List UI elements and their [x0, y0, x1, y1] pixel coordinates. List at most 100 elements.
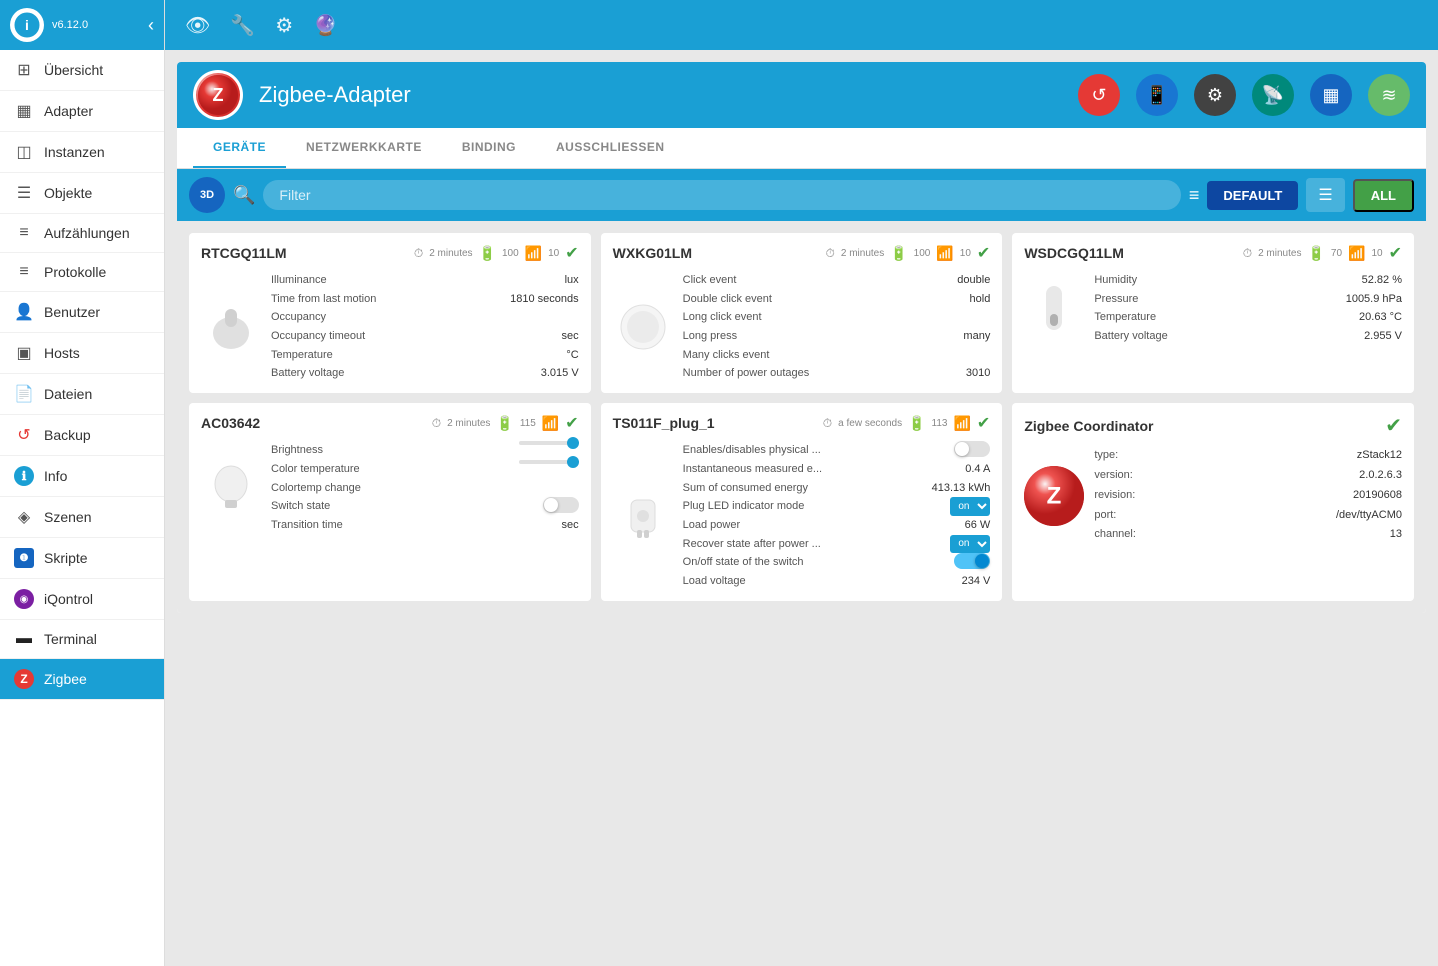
prop-name: Time from last motion: [271, 290, 376, 309]
sidebar-item-zigbee[interactable]: ZZigbee: [0, 659, 164, 700]
wifi-icon: 📶: [1348, 245, 1365, 262]
toggle-switch[interactable]: [954, 553, 990, 569]
signal-value: 10: [548, 248, 559, 259]
svg-text:Z: Z: [213, 85, 224, 105]
device-image: [613, 441, 673, 591]
wifi-icon: 📶: [936, 245, 953, 262]
device-header: AC03642 ⏱ 2 minutes 🔋 115 📶 ✔: [201, 413, 579, 433]
qr-button[interactable]: ▦: [1310, 74, 1352, 116]
sidebar-item-hosts[interactable]: ▣Hosts: [0, 333, 164, 374]
all-view-button[interactable]: ALL: [1353, 179, 1414, 212]
sidebar-item-aufzahlungen[interactable]: ≡Aufzählungen: [0, 214, 164, 253]
device-props: Illuminancelux Time from last motion1810…: [271, 271, 579, 383]
prop-value: 20.63 °C: [1359, 308, 1402, 327]
toggle-switch[interactable]: [543, 497, 579, 513]
sidebar-item-dateien[interactable]: 📄Dateien: [0, 374, 164, 415]
wrench-icon[interactable]: 🔧: [230, 13, 255, 38]
prop-row: Recover state after power ...on: [683, 535, 991, 554]
sidebar-item-szenen[interactable]: ◈Szenen: [0, 497, 164, 538]
device-header: WXKG01LM ⏱ 2 minutes 🔋 100 📶 10 ✔: [613, 243, 991, 263]
ubersicht-icon: ⊞: [14, 60, 34, 80]
toggle-switch[interactable]: [954, 441, 990, 457]
prop-value: 52.82 %: [1362, 271, 1402, 290]
eye-icon[interactable]: 👁: [185, 13, 210, 38]
sidebar-item-objekte[interactable]: ☰Objekte: [0, 173, 164, 214]
time-value: 2 minutes: [1258, 248, 1301, 259]
device-image: [201, 441, 261, 534]
sidebar-item-label: Adapter: [44, 103, 93, 119]
default-view-button[interactable]: DEFAULT: [1207, 181, 1298, 210]
sidebar-collapse-icon[interactable]: ‹: [148, 15, 154, 36]
prop-value: double: [957, 271, 990, 290]
sidebar-item-protokolle[interactable]: ≡Protokolle: [0, 253, 164, 292]
broadcast-button[interactable]: 📡: [1252, 74, 1294, 116]
prop-value: /dev/ttyACM0: [1336, 506, 1402, 526]
prop-value: 20190608: [1353, 486, 1402, 506]
prop-name: Load power: [683, 516, 741, 535]
tab-ausschliessen[interactable]: AUSSCHLIESSEN: [536, 128, 685, 168]
sidebar-item-label: Backup: [44, 427, 91, 443]
prop-name: On/off state of the switch: [683, 553, 804, 572]
sidebar-item-terminal[interactable]: ▬Terminal: [0, 620, 164, 659]
dropdown-select[interactable]: on: [950, 497, 990, 516]
sidebar-item-benutzer[interactable]: 👤Benutzer: [0, 292, 164, 333]
sidebar-item-label: Aufzählungen: [44, 225, 130, 241]
device-card-WXKG01LM: WXKG01LM ⏱ 2 minutes 🔋 100 📶 10 ✔ Click …: [601, 233, 1003, 393]
status-check-icon: ✔: [977, 243, 990, 263]
user-icon[interactable]: 🔮: [313, 13, 338, 38]
sidebar-item-backup[interactable]: ↺Backup: [0, 415, 164, 456]
prop-slider[interactable]: [519, 460, 579, 464]
sidebar-item-skripte[interactable]: ❶Skripte: [0, 538, 164, 579]
prop-row: Temperature°C: [271, 346, 579, 365]
mobile-button[interactable]: 📱: [1136, 74, 1178, 116]
sidebar-item-label: Terminal: [44, 631, 97, 647]
prop-row: Transition timesec: [271, 516, 579, 535]
filter-input[interactable]: [263, 180, 1180, 210]
device-name: RTCGQ11LM: [201, 245, 287, 261]
sidebar-item-label: Instanzen: [44, 144, 105, 160]
tab-netzwerkkarte[interactable]: NETZWERKKARTE: [286, 128, 442, 168]
prop-row: Plug LED indicator modeon: [683, 497, 991, 516]
svg-text:i: i: [25, 17, 29, 33]
status-check-icon: ✔: [1389, 243, 1402, 263]
tab-ger-te[interactable]: GERÄTE: [193, 128, 286, 168]
sidebar-item-iqontrol[interactable]: ◉iQontrol: [0, 579, 164, 620]
list-view-button[interactable]: ☰: [1306, 178, 1344, 212]
zigbee-icon: Z: [14, 669, 34, 689]
info-icon: ℹ: [14, 466, 34, 486]
device-card-zigbee_coordinator: Zigbee Coordinator✔ Z type: zStack12 ver: [1012, 403, 1414, 601]
prop-value: 413.13 kWh: [932, 479, 991, 498]
gear-icon[interactable]: ⚙: [275, 13, 293, 38]
dropdown-select[interactable]: on: [950, 535, 990, 554]
device-name: Zigbee Coordinator: [1024, 418, 1153, 434]
sort-icon[interactable]: ≡: [1189, 185, 1200, 206]
prop-name: Illuminance: [271, 271, 327, 290]
svg-text:Z: Z: [1047, 482, 1062, 509]
prop-row: Battery voltage3.015 V: [271, 364, 579, 383]
sidebar-item-ubersicht[interactable]: ⊞Übersicht: [0, 50, 164, 91]
prop-value: 66 W: [965, 516, 991, 535]
sidebar-item-adapter[interactable]: ▦Adapter: [0, 91, 164, 132]
device-props: Brightness Color temperature Colortemp c…: [271, 441, 579, 534]
3d-badge[interactable]: 3D: [189, 177, 225, 213]
battery-icon: 🔋: [1307, 245, 1324, 262]
prop-slider[interactable]: [519, 441, 579, 445]
clock-icon: ⏱: [432, 416, 441, 431]
device-image: Z: [1024, 446, 1084, 545]
wifi-icon: 📶: [542, 415, 559, 432]
prop-row: Battery voltage2.955 V: [1094, 327, 1402, 346]
prop-row: Humidity52.82 %: [1094, 271, 1402, 290]
prop-row: Sum of consumed energy413.13 kWh: [683, 479, 991, 498]
sidebar-item-info[interactable]: ℹInfo: [0, 456, 164, 497]
tab-binding[interactable]: BINDING: [442, 128, 536, 168]
sidebar-item-instanzen[interactable]: ◫Instanzen: [0, 132, 164, 173]
device-card-AC03642: AC03642 ⏱ 2 minutes 🔋 115 📶 ✔ Brightness…: [189, 403, 591, 601]
dateien-icon: 📄: [14, 384, 34, 404]
wifi-icon: 📶: [953, 415, 970, 432]
prop-value: 3010: [966, 364, 990, 383]
refresh-button[interactable]: ↺: [1078, 74, 1120, 116]
wifi-button[interactable]: ≋: [1368, 74, 1410, 116]
top-toolbar: 👁 🔧 ⚙ 🔮: [165, 0, 1438, 50]
protokolle-icon: ≡: [14, 263, 34, 281]
settings-button[interactable]: ⚙: [1194, 74, 1236, 116]
